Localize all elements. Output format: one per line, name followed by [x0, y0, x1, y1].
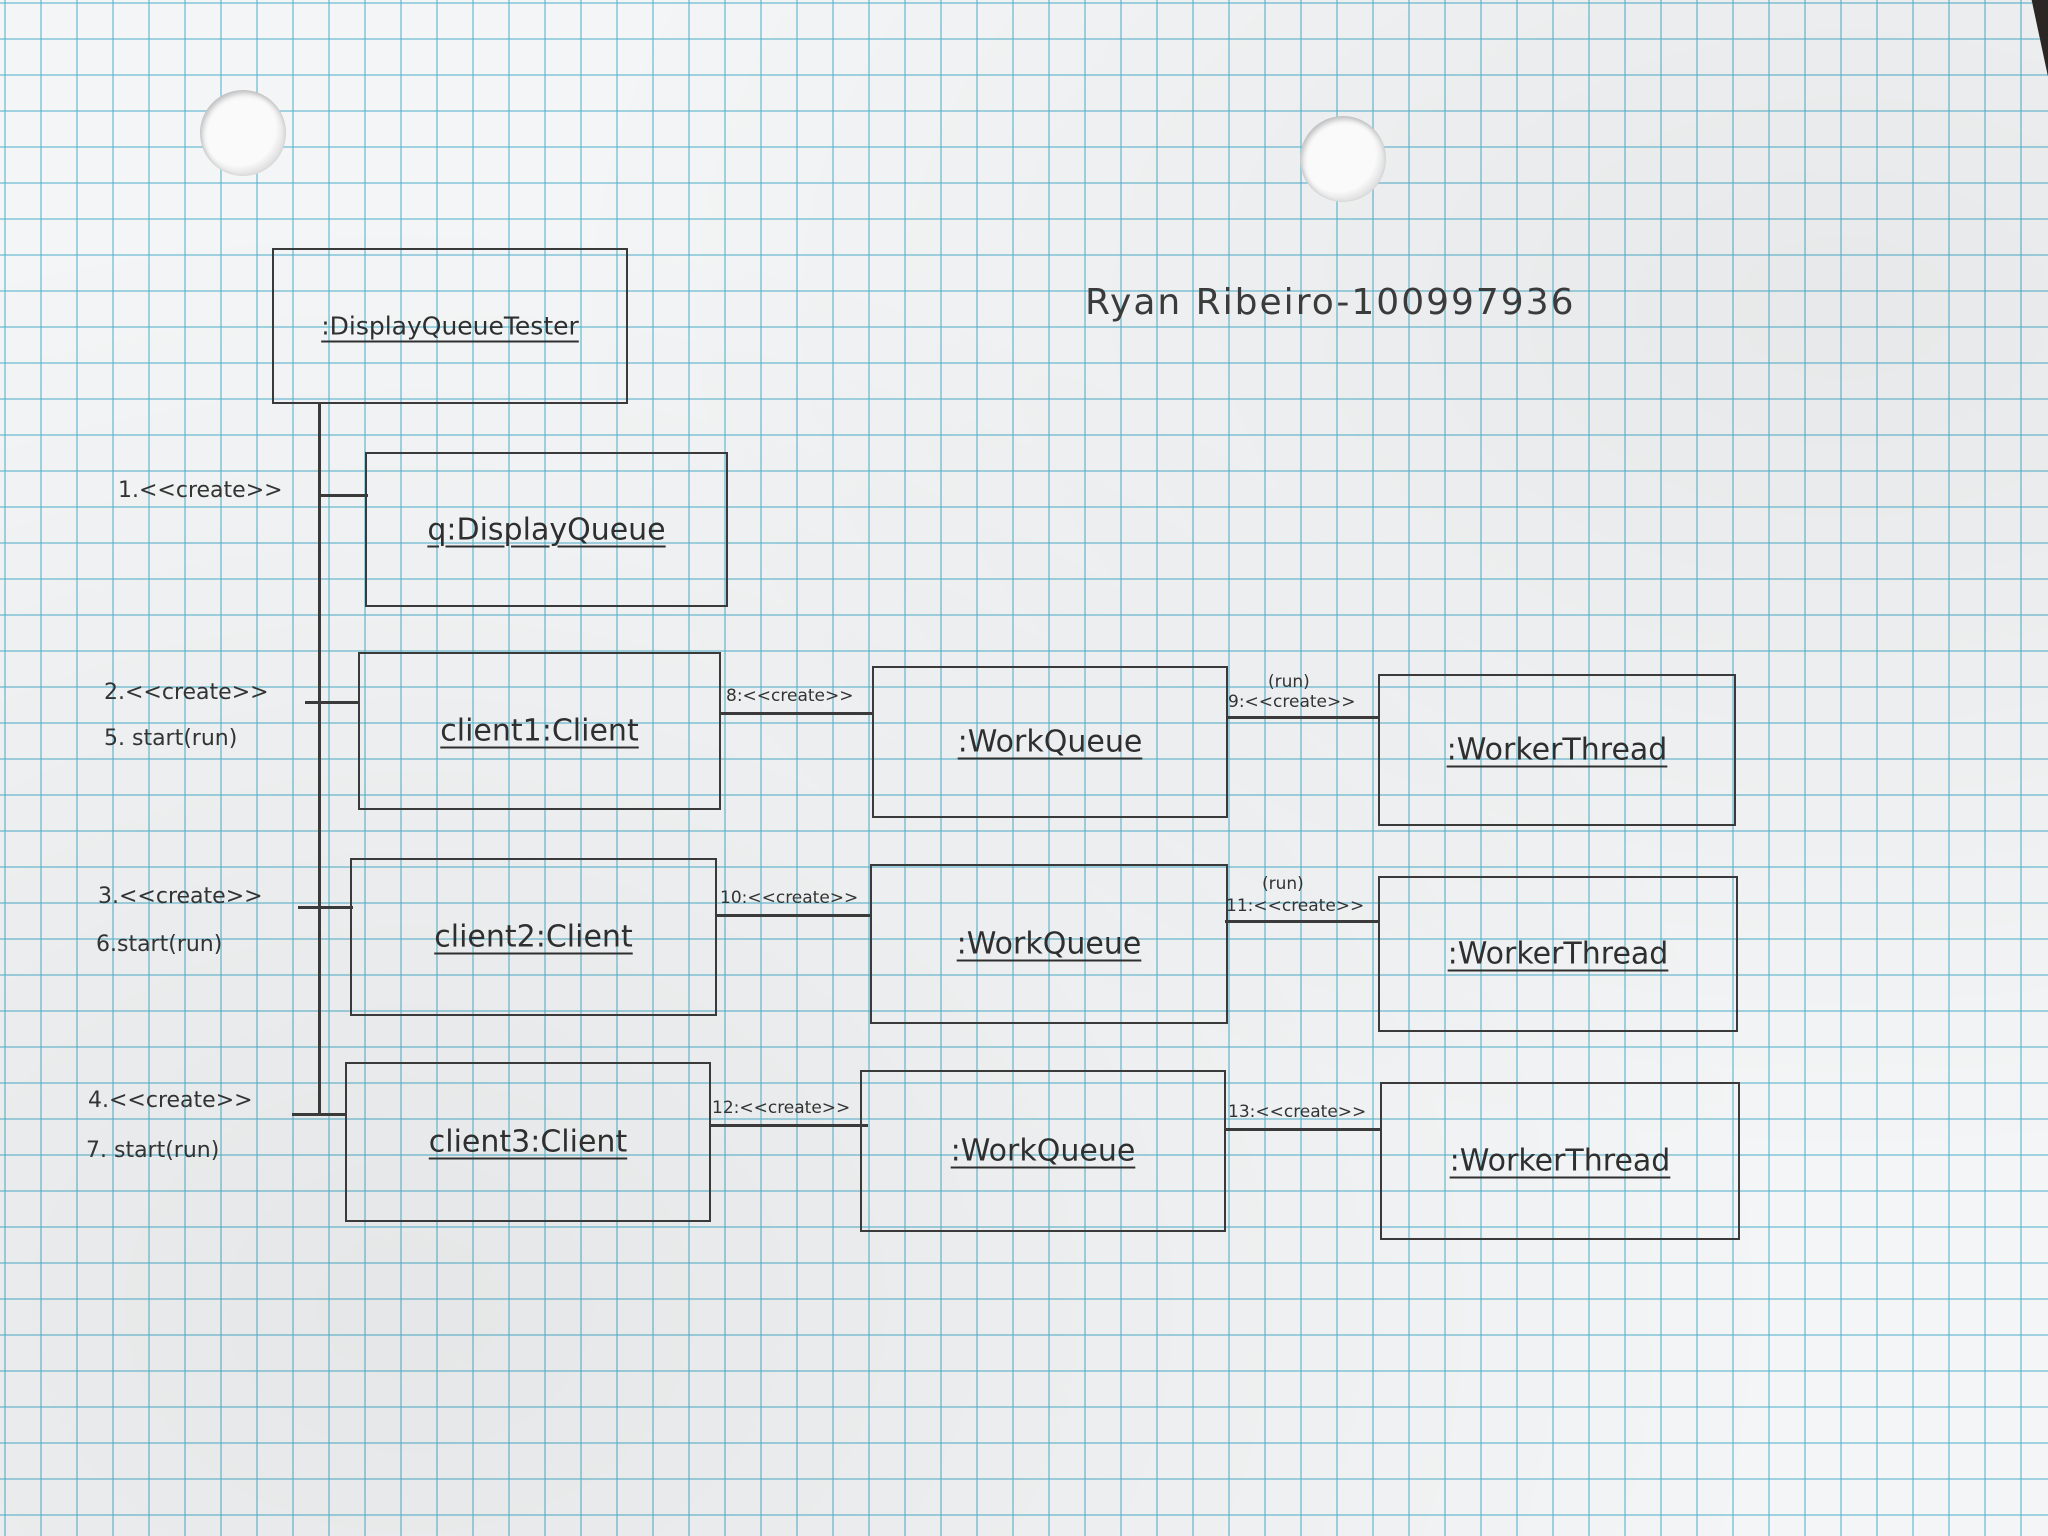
punch-hole-right: [1300, 116, 1386, 202]
message-4: 4.<<create>>: [88, 1088, 253, 1113]
client3-box: client3:Client: [345, 1062, 711, 1222]
message-6: 6.start(run): [96, 932, 223, 957]
client3-label: client3:Client: [428, 1124, 628, 1160]
message-10: 10:<<create>>: [720, 888, 859, 908]
connector-client3: [292, 1113, 347, 1116]
worker1-box: :WorkerThread: [1378, 674, 1736, 826]
message-9: 9:<<create>>: [1228, 692, 1356, 712]
connector-client2: [298, 906, 353, 909]
tester-box: :DisplayQueueTester: [272, 248, 628, 404]
author-signature: Ryan Ribeiro-100997936: [1085, 282, 1576, 323]
link-client3-workqueue3: [710, 1124, 868, 1127]
worker1-label: :WorkerThread: [1446, 732, 1668, 768]
workqueue2-label: :WorkQueue: [956, 926, 1142, 962]
client1-box: client1:Client: [358, 652, 721, 810]
link-client2-workqueue2: [716, 914, 871, 917]
displayqueue-label: q:DisplayQueue: [427, 512, 666, 547]
message-8: 8:<<create>>: [726, 686, 854, 706]
link-client1-workqueue1: [720, 712, 873, 715]
worker2-label: :WorkerThread: [1447, 936, 1669, 972]
message-run-2: (run): [1262, 874, 1304, 894]
displayqueue-box: q:DisplayQueue: [365, 452, 728, 607]
worker2-box: :WorkerThread: [1378, 876, 1738, 1032]
link-workqueue1-worker1: [1227, 716, 1379, 719]
message-12: 12:<<create>>: [712, 1098, 851, 1118]
message-1: 1.<<create>>: [118, 478, 283, 503]
worker3-label: :WorkerThread: [1449, 1143, 1671, 1179]
message-3: 3.<<create>>: [98, 884, 263, 909]
message-7: 7. start(run): [86, 1138, 220, 1163]
message-11: 11:<<create>>: [1226, 896, 1365, 916]
message-2: 2.<<create>>: [104, 680, 269, 705]
workqueue1-box: :WorkQueue: [872, 666, 1228, 818]
message-run-1: (run): [1268, 672, 1310, 692]
link-workqueue2-worker2: [1225, 920, 1379, 923]
connector-client1: [305, 701, 360, 704]
client1-label: client1:Client: [440, 713, 639, 749]
workqueue1-label: :WorkQueue: [957, 724, 1143, 760]
message-13: 13:<<create>>: [1228, 1102, 1367, 1122]
tester-label: :DisplayQueueTester: [321, 311, 579, 341]
client2-label: client2:Client: [434, 919, 633, 955]
graph-paper: Ryan Ribeiro-100997936 :DisplayQueueTest…: [0, 0, 2048, 1536]
workqueue3-label: :WorkQueue: [950, 1133, 1136, 1169]
workqueue3-box: :WorkQueue: [860, 1070, 1226, 1232]
workqueue2-box: :WorkQueue: [870, 864, 1228, 1024]
connector-queue: [318, 494, 368, 497]
link-workqueue3-worker3: [1225, 1128, 1381, 1131]
worker3-box: :WorkerThread: [1380, 1082, 1740, 1240]
tester-lifeline: [318, 402, 321, 1115]
message-5: 5. start(run): [104, 726, 238, 751]
client2-box: client2:Client: [350, 858, 717, 1016]
punch-hole-left: [200, 90, 286, 176]
